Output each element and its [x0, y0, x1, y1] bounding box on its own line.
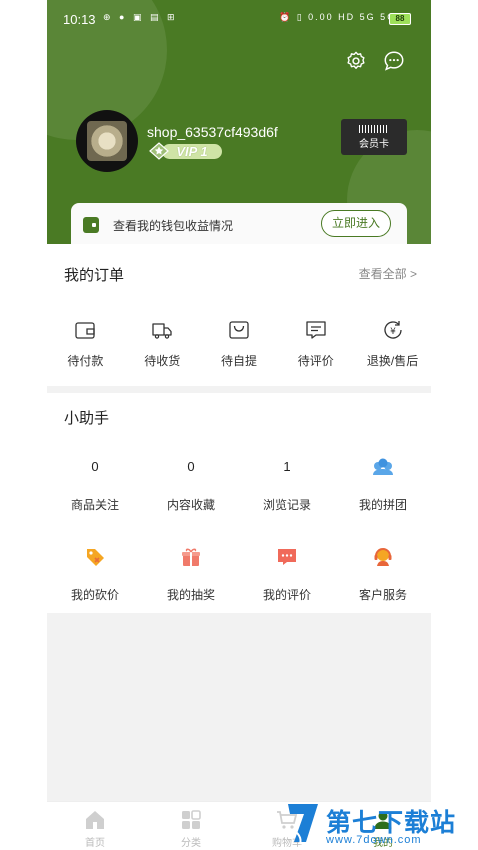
status-time: 10:13	[63, 12, 96, 27]
customer-service-item[interactable]: 客户服务	[335, 545, 431, 603]
my-bargain-item[interactable]: 我的砍价	[47, 545, 143, 603]
vip-badge: VIP 1	[148, 142, 222, 160]
status-system-icons: ⏰ ▯ 0.00 HD 5G 5G	[279, 12, 397, 22]
tab-label: 分类	[181, 838, 201, 849]
my-group-buy-item[interactable]: 我的拼团	[335, 455, 431, 513]
helper-item-label: 内容收藏	[166, 498, 215, 512]
helper-item-label: 我的评价	[262, 588, 311, 602]
comment-icon	[306, 321, 326, 339]
site-watermark: 第七下载站 www.7down.com	[286, 800, 478, 850]
order-pending-payment[interactable]: 待付款	[47, 318, 124, 369]
wallet-icon	[75, 322, 96, 339]
product-follow-item[interactable]: 0 商品关注	[47, 455, 143, 513]
vip-star-icon	[149, 142, 169, 160]
helper-section: 小助手 0 商品关注 0 内容收藏 1 浏览记录 我的拼团 我的砍价 我的抽奖 …	[47, 393, 431, 613]
member-card-label: 会员卡	[359, 139, 389, 150]
gift-icon	[182, 548, 200, 566]
order-item-label: 待付款	[67, 354, 104, 368]
refund-icon: ¥	[383, 321, 402, 339]
barcode-icon	[359, 125, 389, 133]
tab-label: 首页	[85, 838, 105, 849]
wallet-enter-button[interactable]: 立即进入	[321, 210, 391, 237]
watermark-url: www.7down.com	[326, 834, 422, 846]
helper-item-label: 浏览记录	[262, 498, 311, 512]
content-favorites-count: 0	[187, 459, 195, 474]
service-icon	[374, 548, 392, 566]
avatar[interactable]	[76, 110, 138, 172]
helper-row: 我的砍价 我的抽奖 我的评价 客户服务	[47, 545, 431, 603]
order-item-label: 待评价	[297, 354, 334, 368]
order-item-label: 待自提	[220, 354, 257, 368]
helper-item-label: 商品关注	[70, 498, 119, 512]
order-pending-receipt[interactable]: 待收货	[124, 318, 201, 369]
product-follow-count: 0	[91, 459, 99, 474]
tab-category[interactable]: 分类	[143, 802, 239, 850]
settings-icon[interactable]	[345, 50, 367, 72]
review-icon	[278, 549, 296, 565]
helper-item-label: 我的拼团	[358, 498, 407, 512]
svg-text:¥: ¥	[390, 327, 396, 337]
tag-icon	[87, 549, 104, 566]
helper-item-label: 我的砍价	[70, 588, 119, 602]
wallet-banner[interactable]: 查看我的钱包收益情况 立即进入	[71, 203, 407, 244]
member-card-button[interactable]: 会员卡	[341, 119, 407, 155]
my-reviews-item[interactable]: 我的评价	[239, 545, 335, 603]
helper-title: 小助手	[64, 410, 110, 427]
profile-header: 10:13 ⊕ ● ▣ ▤ ⊞ ⏰ ▯ 0.00 HD 5G 5G 88 sho…	[47, 0, 431, 244]
battery-icon: 88	[389, 13, 411, 25]
avatar-image	[87, 121, 127, 161]
status-bar: 10:13 ⊕ ● ▣ ▤ ⊞ ⏰ ▯ 0.00 HD 5G 5G 88	[47, 0, 431, 38]
browse-history-item[interactable]: 1 浏览记录	[239, 455, 335, 513]
helper-item-label: 客户服务	[358, 588, 407, 602]
wallet-icon	[83, 217, 99, 233]
orders-title: 我的订单	[64, 267, 125, 284]
bag-icon	[229, 321, 249, 339]
home-icon	[86, 811, 104, 829]
phone-screen: 10:13 ⊕ ● ▣ ▤ ⊞ ⏰ ▯ 0.00 HD 5G 5G 88 sho…	[47, 0, 431, 850]
watermark-logo-icon	[288, 804, 318, 845]
message-icon[interactable]	[383, 50, 405, 72]
wallet-text: 查看我的钱包收益情况	[113, 219, 234, 233]
helper-row: 0 商品关注 0 内容收藏 1 浏览记录 我的拼团	[47, 455, 431, 513]
order-status-row: 待付款 待收货 待自提 待评价 ¥ 退换/售后	[47, 318, 431, 369]
order-item-label: 退换/售后	[366, 354, 419, 368]
my-lottery-item[interactable]: 我的抽奖	[143, 545, 239, 603]
browse-history-count: 1	[283, 459, 291, 474]
username: shop_63537cf493d6f	[147, 124, 278, 140]
tab-home[interactable]: 首页	[47, 802, 143, 850]
group-icon	[373, 458, 393, 475]
order-pending-review[interactable]: 待评价	[277, 318, 354, 369]
vip-level-label: VIP 1	[162, 144, 222, 159]
view-all-orders-link[interactable]: 查看全部 >	[359, 265, 417, 282]
content-favorites-item[interactable]: 0 内容收藏	[143, 455, 239, 513]
order-pending-pickup[interactable]: 待自提	[201, 318, 278, 369]
order-item-label: 待收货	[144, 354, 181, 368]
category-icon	[182, 810, 201, 829]
order-refund[interactable]: ¥ 退换/售后	[354, 318, 431, 369]
orders-section: 我的订单 查看全部 > 待付款 待收货 待自提 待评价 ¥ 退换/售后	[47, 244, 431, 386]
truck-icon	[152, 323, 172, 339]
status-notification-icons: ⊕ ● ▣ ▤ ⊞	[103, 12, 178, 22]
helper-item-label: 我的抽奖	[166, 588, 215, 602]
